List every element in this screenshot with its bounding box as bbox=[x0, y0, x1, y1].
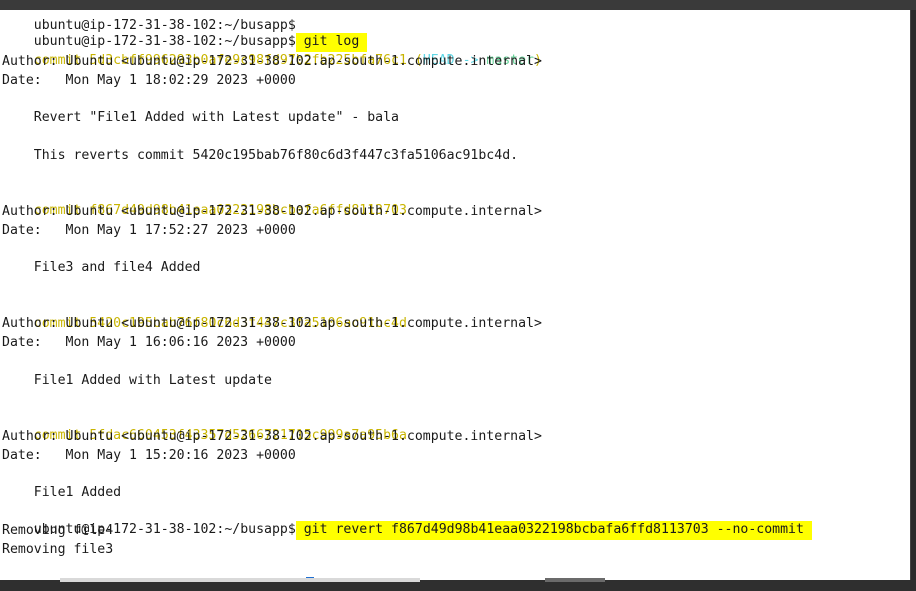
command-git-revert: git revert f867d49d98b41eaa0322198bcbafa… bbox=[295, 521, 812, 540]
terminal-line-command-git-revert: ubuntu@ip-172-31-38-102:~/busapp$ git re… bbox=[2, 503, 812, 540]
terminal-window[interactable]: ubuntu@ip-172-31-38-102:~/busapp$ ubuntu… bbox=[0, 10, 911, 580]
date-line: Date: Mon May 1 17:52:27 2023 +0000 bbox=[2, 223, 296, 238]
commit-message: File1 Added with Latest update bbox=[2, 373, 272, 388]
terminal-line-current-prompt[interactable]: ubuntu@ip-172-31-38-102:~/busapp$ bbox=[2, 559, 314, 580]
author-line: Author: Ubuntu <ubuntu@ip-172-31-38-102.… bbox=[2, 204, 542, 219]
commit-message: File1 Added bbox=[2, 485, 122, 500]
commit-line: commit 5420c195bab76f80c6d3f447c3fa5106a… bbox=[2, 297, 407, 331]
commit-message: File3 and file4 Added bbox=[2, 260, 201, 275]
date-line: Date: Mon May 1 15:20:16 2023 +0000 bbox=[2, 448, 296, 463]
commit-message: This reverts commit 5420c195bab76f80c6d3… bbox=[2, 148, 519, 163]
commit-line: commit 5fdac660453f43357d5266721715c999a… bbox=[2, 409, 407, 443]
commit-message: Revert "File1 Added with Latest update" … bbox=[2, 110, 399, 125]
terminal-line-command-git-log: ubuntu@ip-172-31-38-102:~/busapp$ git lo… bbox=[2, 15, 368, 52]
window-top-strip bbox=[0, 0, 916, 10]
horizontal-scroll-thumb[interactable] bbox=[545, 578, 605, 582]
author-line: Author: Ubuntu <ubuntu@ip-172-31-38-102.… bbox=[2, 54, 542, 69]
commit-line: commit 5d3cbff996293b0afe9c98fd97b2fb225… bbox=[2, 34, 542, 68]
author-line: Author: Ubuntu <ubuntu@ip-172-31-38-102.… bbox=[2, 429, 542, 444]
horizontal-scroll-track[interactable] bbox=[60, 578, 420, 582]
date-line: Date: Mon May 1 18:02:29 2023 +0000 bbox=[2, 73, 296, 88]
output-line: Removing file4 bbox=[2, 523, 114, 538]
author-line: Author: Ubuntu <ubuntu@ip-172-31-38-102.… bbox=[2, 316, 542, 331]
output-line: Removing file3 bbox=[2, 542, 114, 557]
commit-line: commit f867d49d98b41eaa0322198bcbafa6ffd… bbox=[2, 184, 407, 218]
date-line: Date: Mon May 1 16:06:16 2023 +0000 bbox=[2, 335, 296, 350]
